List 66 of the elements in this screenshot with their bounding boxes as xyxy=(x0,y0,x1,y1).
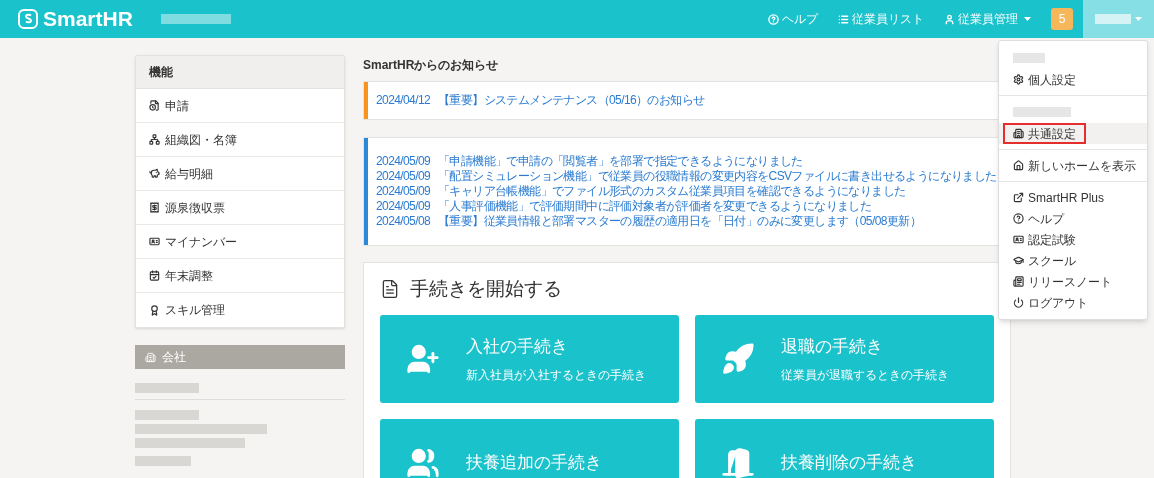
redacted-text xyxy=(160,14,231,24)
caret-icon xyxy=(1024,17,1031,21)
document-icon xyxy=(149,100,160,111)
help-icon xyxy=(1013,213,1024,224)
sidebar-item[interactable]: 給与明細 xyxy=(136,157,344,191)
caret-icon xyxy=(1135,17,1142,21)
notice-link[interactable]: 2024/05/09 「配置シミュレーション機能」で従業員の役職情報の変更内容をCSVファイルに書き出せるようになりました xyxy=(376,169,997,184)
user-plus-icon xyxy=(406,342,440,376)
redacted-text xyxy=(135,383,199,393)
sidebar-item[interactable]: 年末調整 xyxy=(136,259,344,293)
section-header: 会社 xyxy=(135,345,345,369)
menu-item[interactable]: ログアウト xyxy=(999,292,1147,313)
logo-icon xyxy=(18,9,38,29)
menu-item[interactable]: ヘルプ xyxy=(999,208,1147,229)
sidebar-item[interactable]: 組織図・名簿 xyxy=(136,123,344,157)
home-icon xyxy=(1013,160,1024,171)
card-header: 機能 xyxy=(136,56,344,89)
external-link-icon xyxy=(1013,192,1024,203)
sidebar-item[interactable]: スキル管理 xyxy=(136,293,344,327)
sidebar-item[interactable]: 源泉徴収票 xyxy=(136,191,344,225)
notice-link[interactable]: 2024/04/12 【重要】システムメンテナンス（05/16）のお知らせ xyxy=(376,93,705,108)
card-title: 手続きを開始する xyxy=(410,276,562,301)
notice-link[interactable]: 2024/05/09 「キャリア台帳機能」でファイル形式のカスタム従業員項目を確認できるようになりました xyxy=(376,184,997,199)
procedure-title: 扶養追加の手続き xyxy=(466,452,602,475)
graduation-cap-icon xyxy=(1013,255,1024,266)
rocket-icon xyxy=(721,342,755,376)
building-icon xyxy=(1013,128,1024,139)
id-card-icon xyxy=(1013,234,1024,245)
procedure-subtitle: 従業員が退職するときの手続き xyxy=(781,366,949,384)
procedure-subtitle: 新入社員が入社するときの手続き xyxy=(466,366,646,384)
section-title: SmartHRからのお知らせ xyxy=(363,57,500,74)
logo-text: SmartHR xyxy=(43,6,133,33)
piggy-bank-icon xyxy=(149,168,160,179)
procedure-title: 扶養削除の手続き xyxy=(781,452,917,475)
menu-item[interactable]: SmartHR Plus xyxy=(999,187,1147,208)
receipt-icon xyxy=(149,202,160,213)
menu-item[interactable]: 共通設定 xyxy=(999,123,1147,144)
procedure-title: 入社の手続き xyxy=(466,336,569,359)
notice-link[interactable]: 2024/05/08 【重要】従業員情報と部署マスターの履歴の適用日を「日付」のみに変更します（05/08更新） xyxy=(376,214,997,229)
redacted-text xyxy=(135,410,199,420)
menu-item[interactable]: スクール xyxy=(999,250,1147,271)
user-icon xyxy=(944,13,955,25)
list-icon xyxy=(838,13,849,25)
redacted-text xyxy=(135,456,191,466)
newspaper-icon xyxy=(1013,276,1024,287)
notice-link[interactable]: 2024/05/09 「人事評価機能」で評価期間中に評価対象者が評価者を変更できるようになりました xyxy=(376,199,997,214)
sidebar-item[interactable]: マイナンバー xyxy=(136,225,344,259)
building-icon xyxy=(145,351,156,363)
sidebar-item[interactable]: 申請 xyxy=(136,89,344,123)
id-card-icon xyxy=(149,236,160,247)
award-icon xyxy=(149,304,160,316)
power-icon xyxy=(1013,297,1024,308)
settings-icon xyxy=(1013,74,1024,85)
document-icon xyxy=(380,279,400,299)
org-chart-icon xyxy=(149,134,160,145)
menu-item[interactable]: 新しいホームを表示 xyxy=(999,155,1147,176)
menu-item[interactable]: 認定試験 xyxy=(999,229,1147,250)
menu-item[interactable]: リリースノート xyxy=(999,271,1147,292)
user-menu-button[interactable] xyxy=(1083,0,1154,38)
notice-link[interactable]: 2024/05/09 「申請機能」で申請の「閲覧者」を部署で指定できるようになりました xyxy=(376,154,997,169)
help-icon xyxy=(768,13,779,25)
menu-item[interactable]: 個人設定 xyxy=(999,69,1147,90)
redacted-text xyxy=(1095,14,1131,24)
users-icon xyxy=(406,446,440,478)
procedure-title: 退職の手続き xyxy=(781,336,884,359)
calendar-check-icon xyxy=(149,270,160,281)
